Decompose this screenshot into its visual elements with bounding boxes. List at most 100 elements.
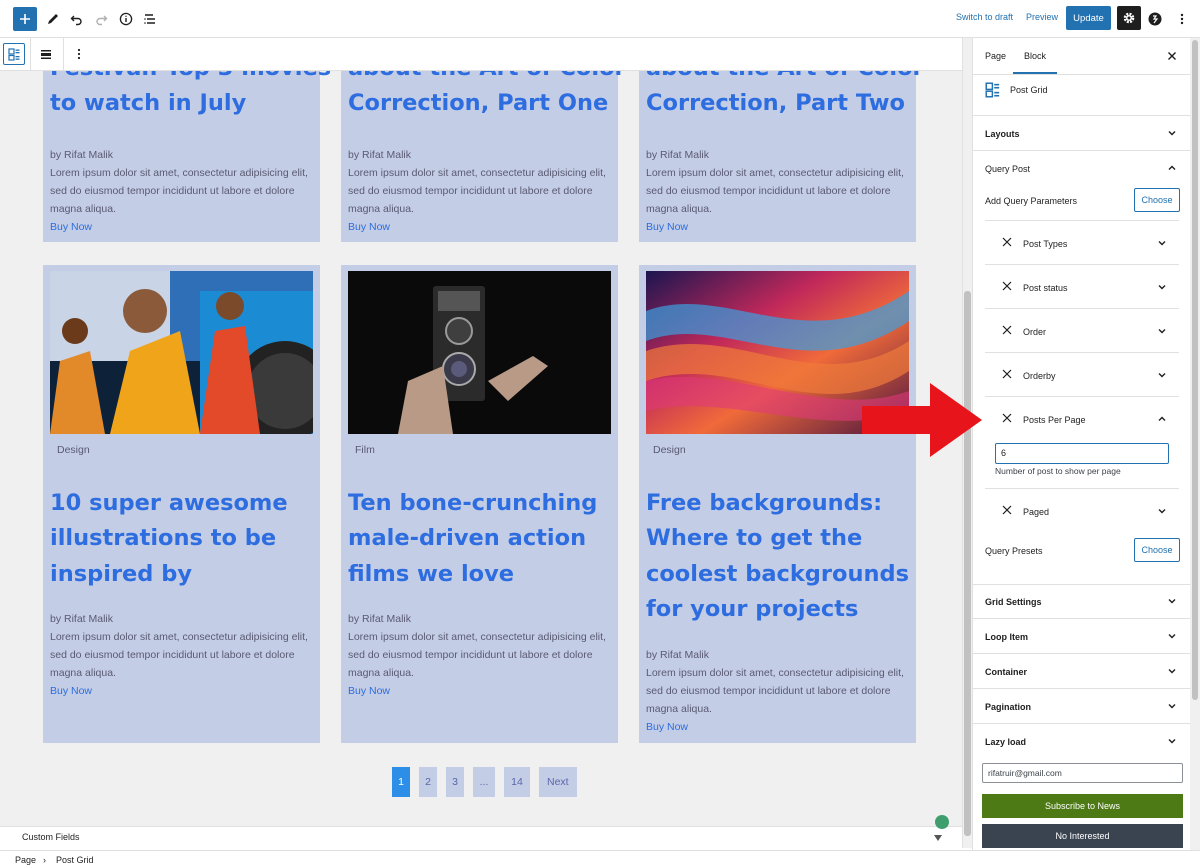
post-card[interactable]: Film Ten bone-crunching male-driven acti… [341, 265, 618, 743]
post-title-line[interactable]: Festival: Top 3 movies [50, 71, 331, 87]
remove-x-icon[interactable] [1002, 325, 1012, 335]
switch-to-draft-link[interactable]: Switch to draft [956, 12, 1013, 22]
options-button[interactable] [1170, 7, 1194, 31]
post-title-line[interactable]: Correction, Part One [348, 86, 608, 122]
redo-icon [96, 15, 108, 26]
post-category[interactable]: Film [355, 444, 375, 456]
list-view-button[interactable] [138, 7, 162, 31]
remove-x-icon[interactable] [1002, 369, 1012, 379]
post-title-line[interactable]: coolest backgrounds [646, 557, 909, 593]
panel-grid-settings[interactable]: Grid Settings [973, 584, 1190, 619]
post-title-line[interactable]: films we love [348, 557, 514, 593]
block-type-button[interactable] [3, 43, 25, 65]
remove-x-icon[interactable] [1002, 237, 1012, 247]
post-title-line[interactable]: to watch in July [50, 86, 246, 122]
redo-button[interactable] [89, 7, 113, 31]
post-card[interactable]: Design Free backgrounds: Where to get th… [639, 265, 916, 743]
breadcrumb-page[interactable]: Page [15, 855, 36, 865]
post-card[interactable]: Design 10 super awesome illustrations to… [43, 265, 320, 743]
caret-down-icon[interactable] [934, 835, 942, 841]
post-author: by Rifat Malik [50, 613, 114, 625]
not-interested-button[interactable]: No Interested [982, 824, 1183, 848]
panel-loop-item[interactable]: Loop Item [973, 619, 1190, 654]
chevron-down-icon [1158, 241, 1166, 246]
query-row-posts-per-page[interactable]: Posts Per Page [985, 397, 1179, 441]
buy-now-link[interactable]: Buy Now [50, 221, 92, 233]
page-2[interactable]: 2 [419, 767, 437, 797]
editor-canvas[interactable]: Festival: Top 3 movies to watch in July … [0, 71, 962, 826]
choose-query-presets-button[interactable]: Choose [1134, 538, 1180, 562]
choose-query-params-button[interactable]: Choose [1134, 188, 1180, 212]
panel-title: Grid Settings [985, 597, 1042, 607]
undo-button[interactable] [65, 7, 89, 31]
post-card[interactable]: Festival: Top 3 movies to watch in July … [43, 71, 331, 242]
post-thumbnail[interactable] [348, 271, 611, 434]
post-title-line[interactable]: about the Art of Color [348, 71, 626, 87]
page-3[interactable]: 3 [446, 767, 464, 797]
buy-now-link[interactable]: Buy Now [646, 721, 688, 733]
post-card[interactable]: about the Art of Color Correction, Part … [341, 71, 626, 242]
divider [973, 74, 1190, 75]
next-page-button[interactable]: Next [539, 767, 577, 797]
post-title-line[interactable]: Ten bone-crunching [348, 486, 597, 522]
post-thumbnail[interactable] [50, 271, 313, 434]
posts-per-page-input[interactable]: 6 [995, 443, 1169, 464]
remove-x-icon[interactable] [1002, 505, 1012, 515]
update-button[interactable]: Update [1066, 6, 1111, 30]
post-title-line[interactable]: illustrations to be [50, 521, 276, 557]
post-title-line[interactable]: 10 super awesome [50, 486, 288, 522]
page-1[interactable]: 1 [392, 767, 410, 797]
panel-query-post[interactable]: Query Post [973, 151, 1190, 186]
add-block-button[interactable] [13, 7, 37, 31]
list-view-icon [144, 14, 155, 24]
sidebar-scrollbar[interactable] [1190, 38, 1200, 850]
align-button[interactable] [39, 47, 53, 66]
query-row-order[interactable]: Order [985, 309, 1179, 353]
settings-button[interactable] [1117, 6, 1141, 30]
subscribe-button[interactable]: Subscribe to News [982, 794, 1183, 818]
breadcrumb-separator: › [43, 855, 46, 865]
post-category[interactable]: Design [653, 444, 686, 456]
remove-x-icon[interactable] [1002, 281, 1012, 291]
query-presets-label: Query Presets [985, 546, 1043, 556]
close-icon[interactable] [1167, 51, 1177, 61]
buy-now-link[interactable]: Buy Now [50, 685, 92, 697]
tab-page[interactable]: Page [985, 51, 1006, 61]
query-row-post-types[interactable]: Post Types [985, 221, 1179, 265]
email-field[interactable]: rifatruir@gmail.com [982, 763, 1183, 783]
post-title-line[interactable]: Correction, Part Two [646, 86, 905, 122]
query-row-paged[interactable]: Paged [985, 489, 1179, 533]
custom-fields-panel[interactable]: Custom Fields [0, 826, 962, 848]
post-category[interactable]: Design [57, 444, 90, 456]
post-title-line[interactable]: male-driven action [348, 521, 586, 557]
tab-block[interactable]: Block [1024, 51, 1046, 61]
buy-now-link[interactable]: Buy Now [348, 685, 390, 697]
post-card[interactable]: about the Art of Color Correction, Part … [639, 71, 924, 242]
chevron-down-icon [1168, 669, 1176, 674]
panel-lazy-load[interactable]: Lazy load [973, 724, 1190, 759]
post-title-line[interactable]: inspired by [50, 557, 192, 593]
post-title-line[interactable]: Where to get the [646, 521, 862, 557]
remove-x-icon[interactable] [1002, 413, 1012, 423]
post-title-line[interactable]: Free backgrounds: [646, 486, 882, 522]
panel-layouts[interactable]: Layouts [973, 116, 1190, 151]
help-bubble-icon[interactable] [935, 815, 949, 829]
block-options-button[interactable] [77, 47, 81, 66]
preview-link[interactable]: Preview [1026, 12, 1058, 22]
plugin-button[interactable] [1143, 7, 1167, 31]
buy-now-link[interactable]: Buy Now [646, 221, 688, 233]
breadcrumb-block[interactable]: Post Grid [56, 855, 94, 865]
post-title-line[interactable]: about the Art of Color [646, 71, 924, 87]
details-button[interactable] [114, 7, 138, 31]
buy-now-link[interactable]: Buy Now [348, 221, 390, 233]
panel-pagination[interactable]: Pagination [973, 689, 1190, 724]
query-row-post-status[interactable]: Post status [985, 265, 1179, 309]
tools-button[interactable] [41, 7, 65, 31]
post-excerpt: Lorem ipsum dolor sit amet, consectetur … [646, 667, 904, 715]
sidebar-scrollbar-thumb[interactable] [1192, 40, 1198, 700]
canvas-scrollbar-thumb[interactable] [964, 291, 971, 836]
page-14[interactable]: 14 [504, 767, 530, 797]
post-title-line[interactable]: for your projects [646, 592, 858, 628]
query-row-orderby[interactable]: Orderby [985, 353, 1179, 397]
panel-container[interactable]: Container [973, 654, 1190, 689]
